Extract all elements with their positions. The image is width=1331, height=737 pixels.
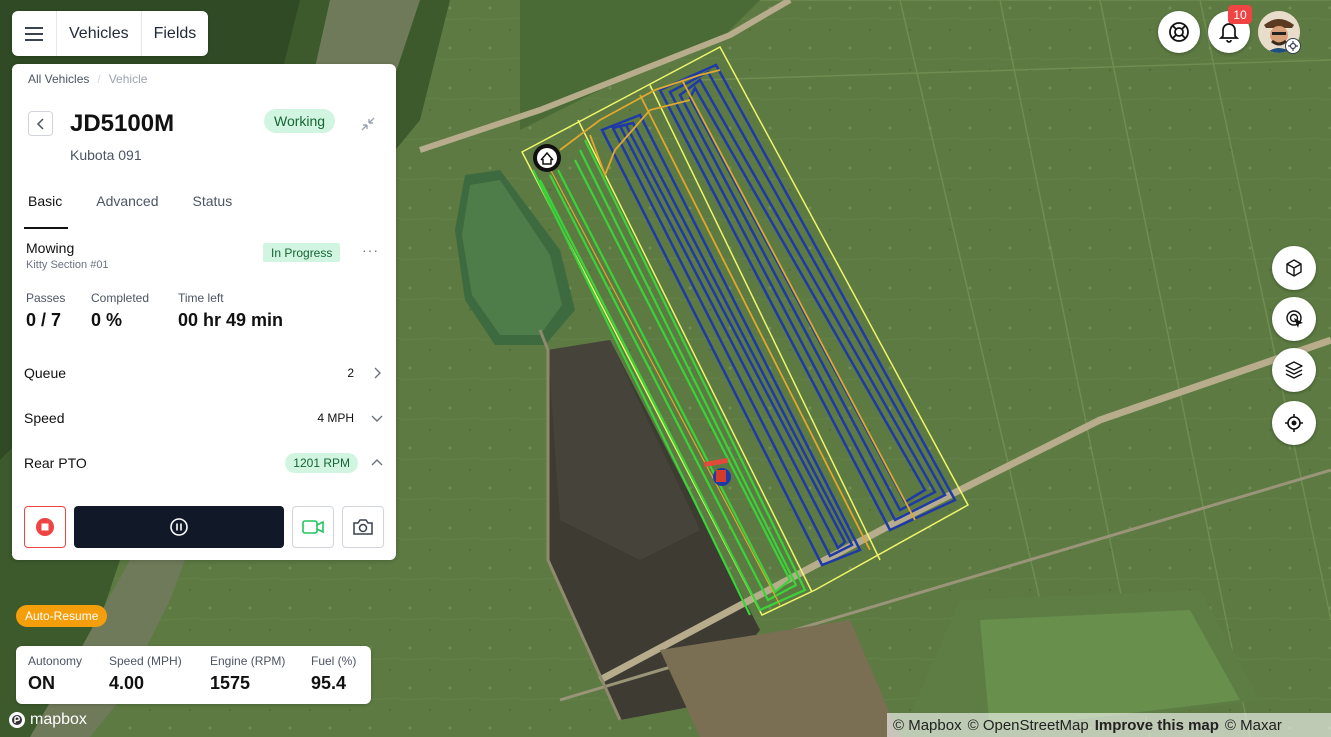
tab-basic[interactable]: Basic [24, 189, 78, 229]
support-button[interactable] [1158, 11, 1200, 53]
stat-time-left: Time left 00 hr 49 min [178, 291, 283, 331]
video-button[interactable] [292, 506, 334, 548]
select-point-button[interactable] [1272, 297, 1316, 341]
camera-button[interactable] [342, 506, 384, 548]
queue-label: Queue [24, 365, 67, 381]
top-nav: Vehicles Fields [12, 11, 209, 56]
vehicle-status-badge: Working [264, 109, 336, 133]
telemetry-speed-label: Speed (MPH) [109, 654, 182, 668]
crosshair-icon [1285, 414, 1303, 432]
3d-view-button[interactable] [1272, 246, 1316, 290]
queue-value: 2 [347, 366, 354, 380]
chevron-up-icon [371, 459, 383, 466]
fields-nav-button[interactable]: Fields [142, 11, 209, 56]
back-button[interactable] [28, 111, 53, 136]
task-subtitle: Kitty Section #01 [26, 259, 109, 271]
rear-pto-label: Rear PTO [24, 455, 87, 471]
lifebuoy-icon [1169, 22, 1189, 42]
telemetry-fuel: Fuel (%) 95.4 [311, 654, 356, 694]
attribution-maxar-link[interactable]: © Maxar [1225, 717, 1282, 734]
telemetry-engine: Engine (RPM) 1575 [210, 654, 285, 694]
stat-passes-label: Passes [26, 291, 66, 305]
pause-button[interactable] [74, 506, 284, 548]
hamburger-menu-icon[interactable] [12, 11, 57, 56]
telemetry-autonomy: Autonomy ON [28, 654, 82, 694]
attribution-mapbox-link[interactable]: © Mapbox [893, 717, 962, 734]
breadcrumb-all-vehicles[interactable]: All Vehicles [28, 72, 89, 86]
engine-value: 1575 [210, 673, 251, 693]
layers-icon [1285, 361, 1303, 379]
chevron-right-icon [374, 367, 381, 379]
locate-button[interactable] [1272, 401, 1316, 445]
layers-button[interactable] [1272, 348, 1316, 392]
stat-passes-value: 0 / 7 [26, 310, 62, 330]
breadcrumb-separator: / [97, 72, 101, 86]
pointer-icon [1286, 310, 1303, 328]
stat-time-left-value: 00 hr 49 min [178, 310, 284, 330]
speed-label: Speed [24, 410, 65, 426]
telemetry-speed-value: 4.00 [109, 673, 145, 693]
tab-status[interactable]: Status [189, 189, 249, 229]
rear-pto-value: 1201 RPM [285, 453, 358, 473]
telemetry-card: Autonomy ON Speed (MPH) 4.00 Engine (RPM… [16, 646, 371, 704]
tab-bar: Basic Advanced Status [24, 189, 384, 229]
telemetry-speed: Speed (MPH) 4.00 [109, 654, 182, 694]
task-status-badge: In Progress [263, 243, 341, 262]
stop-button[interactable] [24, 506, 66, 548]
bell-icon [1219, 23, 1239, 43]
stop-icon [36, 518, 54, 536]
pause-icon [170, 518, 188, 536]
autonomy-value: ON [28, 673, 55, 693]
speed-row[interactable]: Speed 4 MPH [24, 404, 384, 432]
tab-advanced[interactable]: Advanced [92, 189, 174, 229]
stat-time-left-label: Time left [178, 291, 224, 305]
queue-row[interactable]: Queue 2 [24, 359, 384, 387]
autonomy-label: Autonomy [28, 654, 83, 668]
speed-value: 4 MPH [317, 411, 354, 425]
improve-map-link[interactable]: Improve this map [1095, 717, 1219, 734]
auto-resume-badge[interactable]: Auto-Resume [16, 605, 108, 627]
chevron-left-icon [36, 117, 44, 130]
map-attribution: © Mapbox © OpenStreetMap Improve this ma… [887, 713, 1331, 737]
stat-passes: Passes 0 / 7 [26, 291, 65, 331]
fuel-value: 95.4 [311, 673, 347, 693]
collapse-icon[interactable] [360, 116, 376, 137]
mapbox-logo-text: mapbox [30, 711, 87, 728]
mapbox-logo[interactable]: mapbox [8, 711, 87, 729]
vehicle-subtitle: Kubota 091 [70, 147, 142, 163]
settings-gear-icon[interactable] [1285, 38, 1301, 54]
vehicle-name: JD5100M [70, 110, 175, 137]
rear-pto-row[interactable]: Rear PTO 1201 RPM [24, 449, 384, 477]
video-camera-icon [302, 520, 324, 534]
vehicle-panel: All Vehicles / Vehicle JD5100M Kubota 09… [12, 64, 396, 560]
camera-icon [353, 519, 373, 535]
fuel-label: Fuel (%) [311, 654, 357, 668]
attribution-osm-link[interactable]: © OpenStreetMap [968, 717, 1089, 734]
chevron-down-icon [371, 415, 383, 422]
notification-count-badge: 10 [1228, 5, 1252, 24]
stat-completed: Completed 0 % [91, 291, 149, 331]
stat-completed-value: 0 % [91, 310, 123, 330]
stat-completed-label: Completed [91, 291, 150, 305]
cube-icon [1286, 259, 1302, 277]
engine-label: Engine (RPM) [210, 654, 286, 668]
home-marker [533, 144, 561, 172]
breadcrumb-vehicle: Vehicle [108, 72, 148, 86]
mapbox-icon [9, 712, 25, 728]
vehicles-nav-button[interactable]: Vehicles [57, 11, 142, 56]
more-options-icon[interactable]: ··· [362, 242, 379, 258]
breadcrumb: All Vehicles / Vehicle [28, 72, 147, 86]
task-title: Mowing [26, 240, 75, 256]
